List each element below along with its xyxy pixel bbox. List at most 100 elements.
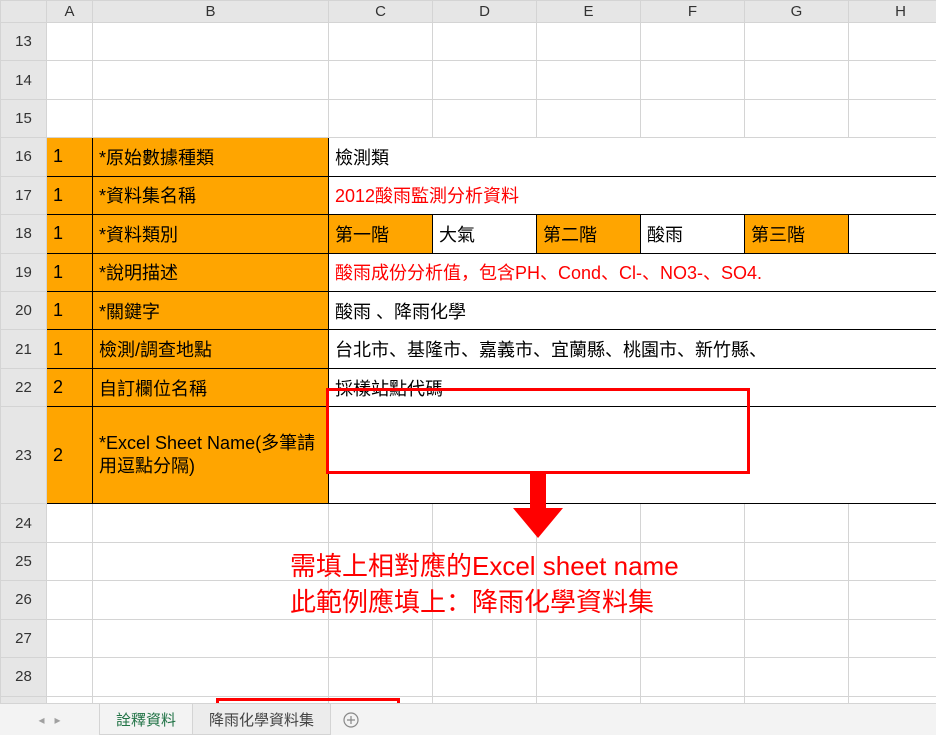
cell-C17[interactable]: 2012酸雨監測分析資料: [329, 176, 936, 214]
cell-B19[interactable]: *說明描述: [93, 253, 329, 291]
cell-D13[interactable]: [433, 23, 537, 61]
cell-E15[interactable]: [537, 99, 641, 137]
row-header-26[interactable]: 26: [1, 581, 47, 619]
cell-G25[interactable]: [745, 542, 849, 580]
cell-B23[interactable]: *Excel Sheet Name(多筆請用逗點分隔): [93, 407, 329, 504]
cell-A14[interactable]: [47, 61, 93, 99]
cell-B16[interactable]: *原始數據種類: [93, 138, 329, 176]
col-header-D[interactable]: D: [433, 1, 537, 23]
cell-A28[interactable]: [47, 658, 93, 696]
cell-B14[interactable]: [93, 61, 329, 99]
cell-B21[interactable]: 檢測/調查地點: [93, 330, 329, 368]
cell-F25[interactable]: [641, 542, 745, 580]
cell-C22[interactable]: 採樣站點代碼: [329, 368, 936, 406]
sheet-tab-1[interactable]: 降雨化學資料集: [193, 704, 331, 735]
cell-B27[interactable]: [93, 619, 329, 657]
cell-D18[interactable]: 大氣: [433, 215, 537, 253]
cell-F27[interactable]: [641, 619, 745, 657]
row-header-20[interactable]: 20: [1, 291, 47, 329]
cell-F28[interactable]: [641, 658, 745, 696]
cell-H13[interactable]: [849, 23, 936, 61]
cell-C20[interactable]: 酸雨 、降雨化學: [329, 291, 936, 329]
cell-E14[interactable]: [537, 61, 641, 99]
cell-H14[interactable]: [849, 61, 936, 99]
row-header-28[interactable]: 28: [1, 658, 47, 696]
cell-C18[interactable]: 第一階: [329, 215, 433, 253]
cell-A23[interactable]: 2: [47, 407, 93, 504]
cell-G18[interactable]: 第三階: [745, 215, 849, 253]
row-header-19[interactable]: 19: [1, 253, 47, 291]
cell-F24[interactable]: [641, 504, 745, 542]
cell-D14[interactable]: [433, 61, 537, 99]
cell-E28[interactable]: [537, 658, 641, 696]
col-header-B[interactable]: B: [93, 1, 329, 23]
cell-E18[interactable]: 第二階: [537, 215, 641, 253]
cell-A21[interactable]: 1: [47, 330, 93, 368]
row-header-14[interactable]: 14: [1, 61, 47, 99]
tab-nav-first-icon[interactable]: ◂: [38, 713, 44, 727]
cell-A19[interactable]: 1: [47, 253, 93, 291]
row-header-15[interactable]: 15: [1, 99, 47, 137]
cell-C25[interactable]: [329, 542, 433, 580]
cell-A25[interactable]: [47, 542, 93, 580]
row-header-25[interactable]: 25: [1, 542, 47, 580]
spreadsheet-grid[interactable]: A B C D E F G H 13 14 15 16 1 *原始數據種類 檢測…: [0, 0, 936, 735]
cell-A27[interactable]: [47, 619, 93, 657]
cell-B22[interactable]: 自訂欄位名稱: [93, 368, 329, 406]
cell-B24[interactable]: [93, 504, 329, 542]
cell-G13[interactable]: [745, 23, 849, 61]
cell-H25[interactable]: [849, 542, 936, 580]
col-header-E[interactable]: E: [537, 1, 641, 23]
cell-A16[interactable]: 1: [47, 138, 93, 176]
cell-B26[interactable]: [93, 581, 329, 619]
sheet-tab-0[interactable]: 詮釋資料: [100, 704, 193, 735]
cell-D24[interactable]: [433, 504, 537, 542]
cell-E13[interactable]: [537, 23, 641, 61]
row-header-17[interactable]: 17: [1, 176, 47, 214]
cell-G15[interactable]: [745, 99, 849, 137]
cell-C24[interactable]: [329, 504, 433, 542]
cell-C15[interactable]: [329, 99, 433, 137]
col-header-C[interactable]: C: [329, 1, 433, 23]
cell-F14[interactable]: [641, 61, 745, 99]
cell-D27[interactable]: [433, 619, 537, 657]
cell-B25[interactable]: [93, 542, 329, 580]
cell-C27[interactable]: [329, 619, 433, 657]
cell-H18[interactable]: [849, 215, 936, 253]
cell-A20[interactable]: 1: [47, 291, 93, 329]
cell-H27[interactable]: [849, 619, 936, 657]
cell-H28[interactable]: [849, 658, 936, 696]
cell-C28[interactable]: [329, 658, 433, 696]
cell-G28[interactable]: [745, 658, 849, 696]
cell-E26[interactable]: [537, 581, 641, 619]
cell-E24[interactable]: [537, 504, 641, 542]
cell-A15[interactable]: [47, 99, 93, 137]
row-header-18[interactable]: 18: [1, 215, 47, 253]
cell-B18[interactable]: *資料類別: [93, 215, 329, 253]
cell-A24[interactable]: [47, 504, 93, 542]
row-header-21[interactable]: 21: [1, 330, 47, 368]
cell-C21[interactable]: 台北市、基隆市、嘉義市、宜蘭縣、桃園市、新竹縣、: [329, 330, 936, 368]
cell-C16[interactable]: 檢測類: [329, 138, 936, 176]
row-header-27[interactable]: 27: [1, 619, 47, 657]
cell-F18[interactable]: 酸雨: [641, 215, 745, 253]
cell-B20[interactable]: *關鍵字: [93, 291, 329, 329]
add-sheet-button[interactable]: [331, 704, 371, 735]
cell-A18[interactable]: 1: [47, 215, 93, 253]
cell-B15[interactable]: [93, 99, 329, 137]
cell-H26[interactable]: [849, 581, 936, 619]
tab-nav-prev-icon[interactable]: ▸: [55, 713, 61, 727]
cell-E25[interactable]: [537, 542, 641, 580]
row-header-13[interactable]: 13: [1, 23, 47, 61]
cell-C13[interactable]: [329, 23, 433, 61]
cell-C14[interactable]: [329, 61, 433, 99]
cell-G27[interactable]: [745, 619, 849, 657]
col-header-F[interactable]: F: [641, 1, 745, 23]
cell-B13[interactable]: [93, 23, 329, 61]
cell-D15[interactable]: [433, 99, 537, 137]
row-header-16[interactable]: 16: [1, 138, 47, 176]
cell-G26[interactable]: [745, 581, 849, 619]
cell-G24[interactable]: [745, 504, 849, 542]
cell-A26[interactable]: [47, 581, 93, 619]
cell-A22[interactable]: 2: [47, 368, 93, 406]
